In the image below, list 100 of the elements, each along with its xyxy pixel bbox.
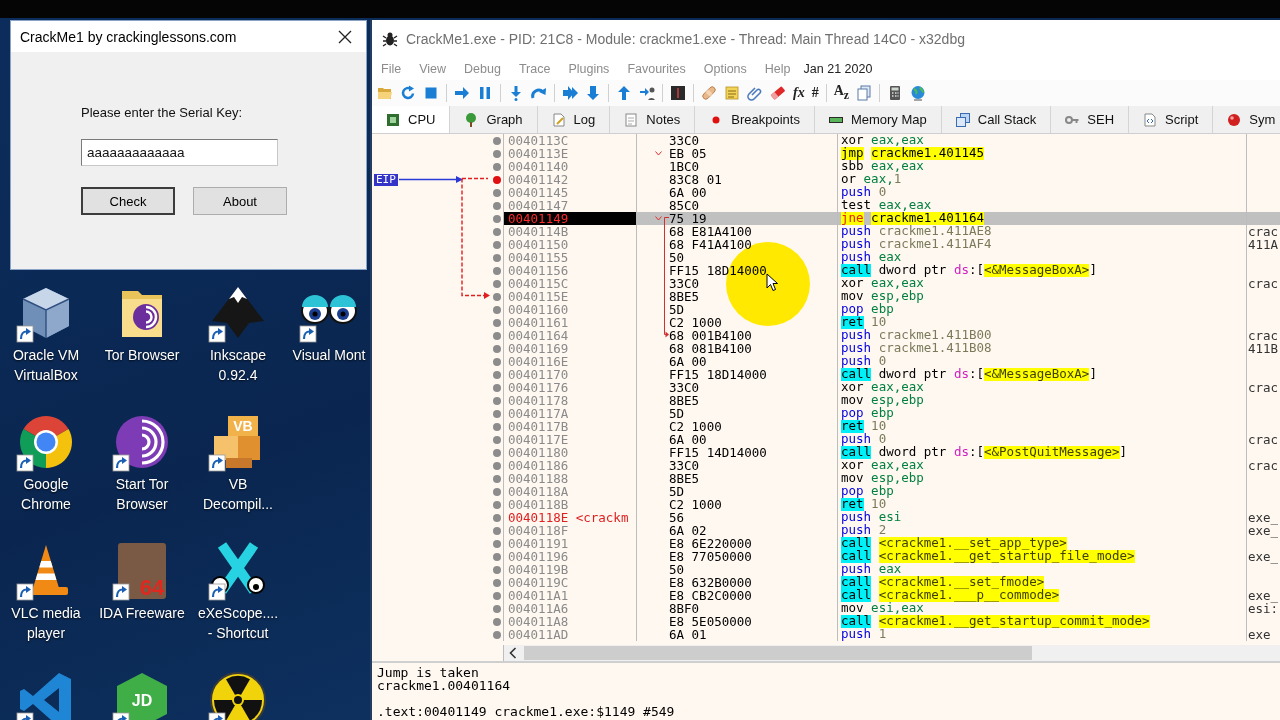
paperclip-icon[interactable] xyxy=(747,85,763,101)
desktop-icon-label[interactable]: Tor Browser xyxy=(104,345,180,365)
pause-icon[interactable] xyxy=(477,85,493,101)
terminal-icon[interactable] xyxy=(670,85,686,101)
dot-icon[interactable] xyxy=(492,318,501,327)
dot-icon[interactable] xyxy=(492,461,501,470)
address-text: 0040117A xyxy=(508,406,569,421)
tab[interactable]: Log xyxy=(537,106,611,133)
bytes-text: 6A 01 xyxy=(669,629,707,640)
toolbar-glyph[interactable]: fx xyxy=(793,85,805,101)
desktop-icon-label[interactable]: VLC media player xyxy=(2,603,90,643)
dot-icon[interactable] xyxy=(492,396,501,405)
desktop-icon-label[interactable]: IDA Freeware xyxy=(99,603,185,623)
run-arrow-icon[interactable] xyxy=(454,85,470,101)
tab[interactable]: CPU xyxy=(372,106,451,133)
dot-icon[interactable] xyxy=(492,578,501,587)
scrollbar-thumb[interactable] xyxy=(524,646,1032,660)
dot-icon[interactable] xyxy=(492,617,501,626)
address-text: 0040114B xyxy=(508,224,569,239)
dot-icon[interactable] xyxy=(492,266,501,275)
tab[interactable]: SEH xyxy=(1051,106,1130,133)
dot-icon[interactable] xyxy=(492,526,501,535)
dot-icon[interactable] xyxy=(492,422,501,431)
dot-icon[interactable] xyxy=(492,565,501,574)
dot-icon[interactable] xyxy=(492,474,501,483)
stop-icon[interactable] xyxy=(423,85,439,101)
menu-item[interactable]: Options xyxy=(694,62,756,76)
bandage-icon[interactable] xyxy=(701,85,717,101)
desktop-icon-label[interactable]: eXeScope.... - Shortcut xyxy=(194,603,282,643)
instruction-text: mov esp,ebp xyxy=(841,392,924,407)
calculator-icon[interactable] xyxy=(887,85,903,101)
dot-icon[interactable] xyxy=(492,487,501,496)
desktop-icon-label[interactable]: Visual Mont xyxy=(292,345,366,365)
globe-icon[interactable] xyxy=(910,85,926,101)
dot-icon[interactable] xyxy=(492,552,501,561)
desktop-icon-label[interactable]: Start Tor Browser xyxy=(98,474,186,514)
instruction-text: mov esi,eax xyxy=(841,600,924,615)
dot-icon[interactable] xyxy=(492,162,501,171)
menu-item[interactable]: Plugins xyxy=(559,62,619,76)
dot-icon[interactable] xyxy=(492,240,501,249)
dot-icon[interactable] xyxy=(492,513,501,522)
dot-icon[interactable] xyxy=(492,214,501,223)
dot-icon[interactable] xyxy=(492,435,501,444)
dot-icon[interactable] xyxy=(492,279,501,288)
dot-icon[interactable] xyxy=(492,357,501,366)
dot-icon[interactable] xyxy=(492,370,501,379)
dot-icon[interactable] xyxy=(492,292,501,301)
step-over-icon[interactable] xyxy=(531,85,547,101)
tab[interactable]: Graph xyxy=(450,106,538,133)
dot-icon[interactable] xyxy=(492,448,501,457)
pages-icon[interactable] xyxy=(856,85,872,101)
chevron-left-icon[interactable] xyxy=(509,647,517,659)
menu-item[interactable]: Help xyxy=(755,62,800,76)
tab[interactable]: Breakpoints xyxy=(695,106,815,133)
comment-text: crac xyxy=(1248,380,1279,395)
dot-icon[interactable] xyxy=(492,539,501,548)
down-arrow-icon[interactable] xyxy=(585,85,601,101)
dot-icon[interactable] xyxy=(492,305,501,314)
dot-icon[interactable] xyxy=(492,331,501,340)
desktop-icon-label[interactable]: Oracle VM VirtualBox xyxy=(2,345,90,385)
desktop-icon-label[interactable]: Inkscape 0.92.4 xyxy=(194,345,282,385)
dot-icon[interactable] xyxy=(492,175,501,184)
tab[interactable]: Call Stack xyxy=(941,106,1052,133)
dot-icon[interactable] xyxy=(492,604,501,613)
tab[interactable]: Script xyxy=(1129,106,1214,133)
bytes-text: 50 xyxy=(669,252,685,263)
arrow-icon xyxy=(399,175,463,184)
notes-icon[interactable] xyxy=(724,85,740,101)
arrow-person-icon[interactable] xyxy=(639,85,655,101)
dialog-button[interactable]: About xyxy=(193,187,287,215)
toolbar-glyph[interactable]: A$_{z}$ xyxy=(833,82,849,104)
restart-icon[interactable] xyxy=(400,85,416,101)
dialog-button[interactable]: Check xyxy=(81,187,175,215)
tab[interactable]: Memory Map xyxy=(814,106,942,133)
dot-icon[interactable] xyxy=(492,344,501,353)
double-arrow-icon[interactable] xyxy=(562,85,578,101)
radiation-icon[interactable] xyxy=(208,670,268,720)
dot-icon[interactable] xyxy=(492,136,501,145)
menu-item[interactable]: View xyxy=(410,62,456,76)
dot-icon[interactable] xyxy=(492,227,501,236)
dot-icon[interactable] xyxy=(492,201,501,210)
dot-icon[interactable] xyxy=(492,188,501,197)
close-icon[interactable] xyxy=(338,29,352,44)
dot-icon[interactable] xyxy=(492,591,501,600)
comment-text: exe_ xyxy=(1248,523,1279,538)
desktop-icon-label[interactable]: VB Decompil... xyxy=(194,474,282,514)
desktop-icon-label[interactable]: Google Chrome xyxy=(2,474,90,514)
dot-icon[interactable] xyxy=(492,383,501,392)
dot-icon[interactable] xyxy=(492,409,501,418)
tab[interactable]: Sym xyxy=(1213,106,1280,133)
dot-icon[interactable] xyxy=(492,500,501,509)
up-arrow-icon[interactable] xyxy=(616,85,632,101)
dot-icon[interactable] xyxy=(492,253,501,262)
tab[interactable]: Notes xyxy=(610,106,696,133)
dot-icon[interactable] xyxy=(492,630,501,639)
dot-icon[interactable] xyxy=(492,149,501,158)
toolbar-glyph[interactable]: # xyxy=(811,85,819,101)
menu-item[interactable]: Favourites xyxy=(618,62,695,76)
serial-input[interactable]: aaaaaaaaaaaaa xyxy=(81,139,278,166)
x-eyes-icon[interactable] xyxy=(208,541,268,601)
